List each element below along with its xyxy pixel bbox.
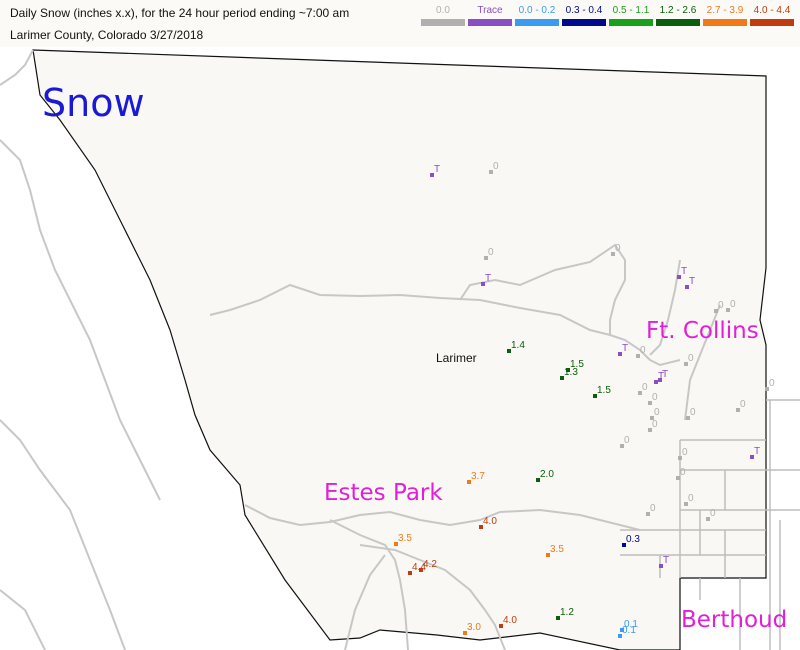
station-value: T xyxy=(754,446,760,457)
legend-swatch xyxy=(468,19,512,26)
station-value: T xyxy=(689,276,695,287)
station-value: 1.4 xyxy=(511,340,525,351)
legend-label: 0.5 - 1.1 xyxy=(612,5,650,16)
snow-map: Snow Larimer Ft. Collins Estes Park Bert… xyxy=(0,47,800,650)
station-value: 0 xyxy=(615,243,621,254)
legend-item: 0.5 - 1.1 xyxy=(608,4,654,26)
legend-item: 0.3 - 0.4 xyxy=(561,4,607,26)
station-value: 0 xyxy=(640,345,646,356)
station-value: 0 xyxy=(650,503,656,514)
legend-item: 0.0 - 0.2 xyxy=(514,4,560,26)
station-value: 0 xyxy=(718,300,724,311)
legend: 0.0 Trace 0.0 - 0.2 0.3 - 0.4 0.5 - 1.1 1.2 -… xyxy=(420,4,798,44)
legend-swatch xyxy=(562,19,606,26)
legend-swatch xyxy=(421,19,465,26)
station-value: 0 xyxy=(710,508,716,519)
legend-swatch xyxy=(656,19,700,26)
station-value: T xyxy=(622,343,628,354)
legend-swatch xyxy=(750,19,794,26)
legend-label: 2.7 - 3.9 xyxy=(706,5,744,16)
county-label: Larimer xyxy=(436,351,477,365)
station-value: 0 xyxy=(690,407,696,418)
station-value: 1.2 xyxy=(560,607,574,618)
station-value: 4.0 xyxy=(483,516,497,527)
station-value: 0 xyxy=(652,392,658,403)
station-value: 1.5 xyxy=(597,385,611,396)
map-header: Daily Snow (inches x.x), for the 24 hour… xyxy=(0,0,800,48)
station-value: 0 xyxy=(642,382,648,393)
legend-item: 0.0 xyxy=(420,4,466,26)
station-value: T xyxy=(663,555,669,566)
legend-swatch xyxy=(515,19,559,26)
legend-item: 1.2 - 2.6 xyxy=(655,4,701,26)
station-value: 0 xyxy=(624,435,630,446)
station-value: 4.2 xyxy=(423,559,437,570)
station-value: 3.7 xyxy=(471,471,485,482)
snow-label: Snow xyxy=(42,81,145,125)
legend-item: 2.7 - 3.9 xyxy=(702,4,748,26)
station-value: 1.3 xyxy=(564,367,578,378)
station-value: 0 xyxy=(682,447,688,458)
station-value: 0 xyxy=(493,161,499,172)
ft-collins-label: Ft. Collins xyxy=(646,318,759,344)
berthoud-label: Berthoud xyxy=(681,607,787,633)
station-value: 0 xyxy=(654,407,660,418)
station-value: T xyxy=(662,369,668,380)
legend-item: 4.0 - 4.4 xyxy=(749,4,795,26)
legend-item: Trace xyxy=(467,4,513,26)
station-value: T xyxy=(485,273,491,284)
legend-label: Trace xyxy=(477,5,503,16)
station-value: 0 xyxy=(730,299,736,310)
station-value: 3.5 xyxy=(398,533,412,544)
station-value: 0 xyxy=(652,419,658,430)
station-value: 4.0 xyxy=(503,615,517,626)
station-value: 3.0 xyxy=(467,622,481,633)
station-value: 0 xyxy=(740,399,746,410)
station-value: 0 xyxy=(769,378,775,389)
station-value: 0 xyxy=(488,247,494,258)
legend-swatch xyxy=(703,19,747,26)
legend-label: 4.0 - 4.4 xyxy=(753,5,791,16)
station-value: 0 xyxy=(688,353,694,364)
station-value: 0.3 xyxy=(626,534,640,545)
legend-label: 0.0 xyxy=(436,5,450,16)
estes-park-label: Estes Park xyxy=(324,480,443,506)
station-value: T xyxy=(681,266,687,277)
map-subtitle: Larimer County, Colorado 3/27/2018 xyxy=(10,28,204,42)
legend-label: 1.2 - 2.6 xyxy=(659,5,697,16)
station-value: 0 xyxy=(688,493,694,504)
station-value: 0 xyxy=(680,467,686,478)
legend-label: 0.0 - 0.2 xyxy=(518,5,556,16)
legend-swatch xyxy=(609,19,653,26)
legend-label: 0.3 - 0.4 xyxy=(565,5,603,16)
station-value: 3.5 xyxy=(550,544,564,555)
station-value: 2.0 xyxy=(540,469,554,480)
map-title: Daily Snow (inches x.x), for the 24 hour… xyxy=(10,6,350,20)
station-value: T xyxy=(434,164,440,175)
station-value: 0.1 xyxy=(622,625,636,636)
